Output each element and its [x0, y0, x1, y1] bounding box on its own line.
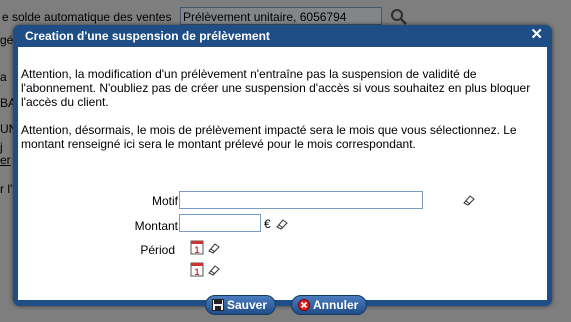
eraser-icon[interactable] [462, 194, 476, 206]
eraser-icon[interactable] [207, 242, 221, 254]
svg-text:1: 1 [194, 245, 199, 255]
save-icon [212, 299, 224, 311]
warning-paragraph-2: Attention, désormais, le mois de prélève… [21, 123, 517, 151]
save-label: Sauver [227, 298, 268, 312]
montant-label: Montant [134, 219, 178, 233]
save-button[interactable]: Sauver [205, 295, 277, 315]
currency-label: € [264, 217, 271, 231]
calendar-icon[interactable]: 1 [190, 261, 204, 277]
close-icon[interactable]: ✕ [530, 27, 543, 43]
suspension-dialog: Creation d'une suspension de prélèvement… [13, 25, 552, 315]
montant-input[interactable] [179, 214, 261, 232]
periode-label: Périod [140, 243, 175, 257]
cancel-icon [298, 299, 310, 311]
eraser-icon[interactable] [207, 264, 221, 276]
svg-text:1: 1 [194, 267, 199, 277]
cancel-button[interactable]: Annuler [291, 295, 368, 315]
eraser-icon[interactable] [275, 218, 289, 230]
dialog-title: Creation d'une suspension de prélèvement [25, 29, 270, 43]
dialog-body: Attention, la modification d'un prélèvem… [18, 47, 547, 315]
cancel-label: Annuler [313, 298, 359, 312]
motif-label: Motif [151, 194, 178, 208]
warning-paragraph-1: Attention, la modification d'un prélèvem… [21, 67, 531, 109]
calendar-icon[interactable]: 1 [190, 239, 204, 255]
motif-input[interactable] [179, 191, 423, 209]
